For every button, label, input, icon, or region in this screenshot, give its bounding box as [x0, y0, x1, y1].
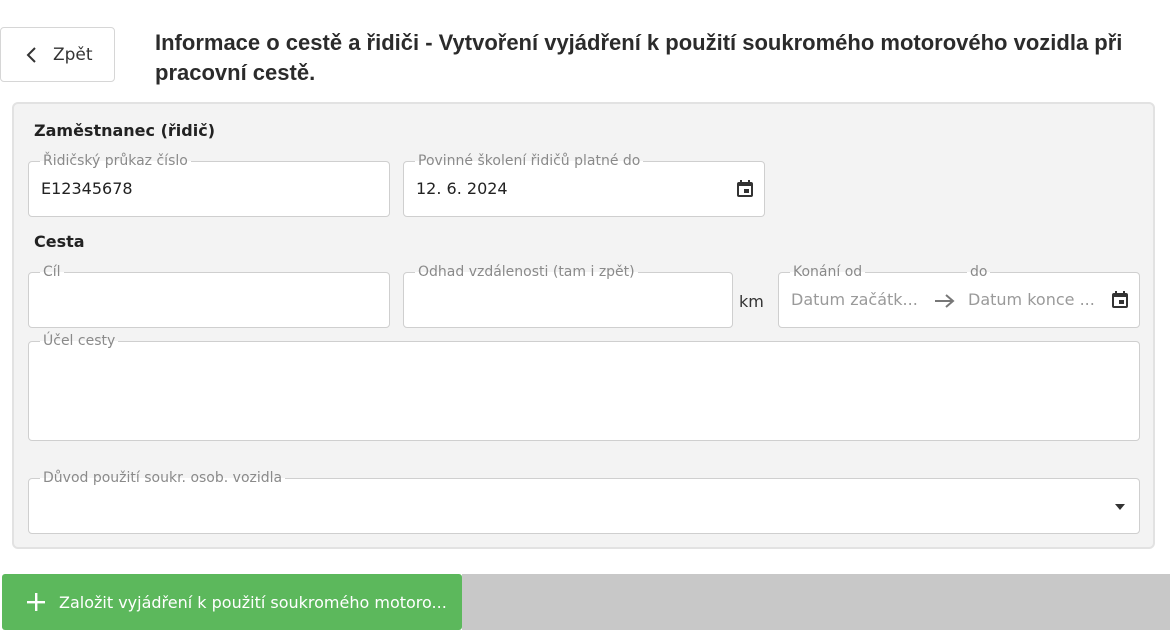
create-statement-label: Založit vyjádření k použití soukromého m… — [59, 592, 447, 612]
destination-label: Cíl — [40, 264, 64, 280]
training-valid-until-value: 12. 6. 2024 — [416, 179, 508, 198]
back-button-label: Zpět — [53, 44, 93, 65]
page-title: Informace o cestě a řidiči - Vytvoření v… — [155, 30, 1123, 85]
date-to-label: do — [967, 264, 991, 280]
caret-down-icon[interactable] — [1114, 503, 1126, 511]
arrow-right-icon — [935, 294, 955, 308]
calendar-icon[interactable] — [735, 179, 755, 199]
distance-field[interactable]: Odhad vzdálenosti (tam i zpět) — [403, 264, 733, 328]
trip-purpose-label: Účel cesty — [40, 333, 119, 349]
private-vehicle-reason-label: Důvod použití soukr. osob. vozidla — [40, 470, 286, 486]
training-valid-until-field[interactable]: Povinné školení řidičů platné do 12. 6. … — [403, 153, 765, 217]
plus-icon — [27, 593, 45, 611]
calendar-icon[interactable] — [1110, 290, 1130, 310]
form-panel: Zaměstnanec (řidič) Řidičský průkaz čísl… — [12, 102, 1155, 549]
training-valid-until-label: Povinné školení řidičů platné do — [415, 153, 644, 169]
footer-bar — [462, 574, 1170, 630]
employee-section-title: Zaměstnanec (řidič) — [34, 121, 215, 140]
private-vehicle-reason-select[interactable]: Důvod použití soukr. osob. vozidla — [28, 470, 1140, 534]
date-to-input[interactable]: Datum konce ... — [968, 290, 1095, 309]
destination-field[interactable]: Cíl — [28, 264, 390, 328]
trip-purpose-field[interactable]: Účel cesty — [28, 333, 1140, 441]
license-number-value: E12345678 — [41, 179, 133, 198]
distance-label: Odhad vzdálenosti (tam i zpět) — [415, 264, 638, 280]
license-number-field[interactable]: Řidičský průkaz číslo E12345678 — [28, 153, 390, 217]
back-button[interactable]: Zpět — [0, 27, 115, 82]
distance-unit: km — [739, 292, 764, 311]
date-from-input[interactable]: Datum začátk... — [791, 290, 918, 309]
trip-section-title: Cesta — [34, 232, 85, 251]
date-range-field[interactable]: Konání od do Datum začátk... Datum konce… — [778, 264, 1140, 328]
date-from-label: Konání od — [790, 264, 866, 280]
license-number-label: Řidičský průkaz číslo — [40, 153, 191, 169]
create-statement-button[interactable]: Založit vyjádření k použití soukromého m… — [2, 574, 462, 630]
chevron-left-icon — [26, 46, 36, 63]
